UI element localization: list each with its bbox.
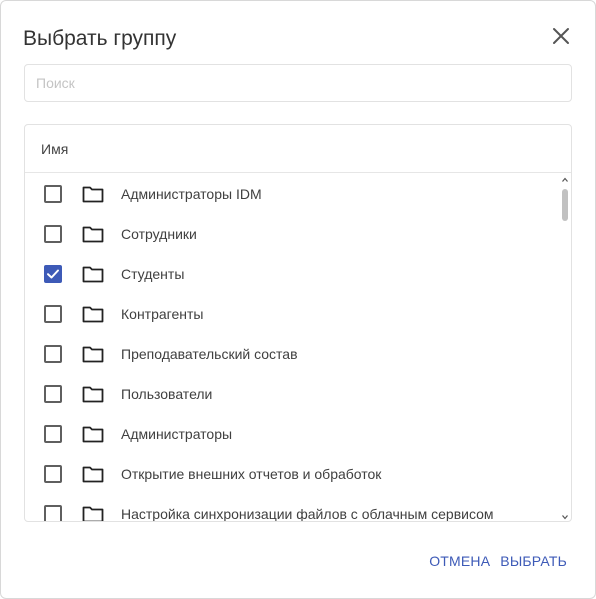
folder-icon	[82, 465, 104, 483]
list-item-label: Контрагенты	[121, 306, 204, 322]
row-checkbox[interactable]	[44, 505, 62, 521]
row-checkbox[interactable]	[44, 345, 62, 363]
group-list: Администраторы IDM Сотрудники Студенты К…	[25, 174, 561, 522]
select-group-dialog: Выбрать группу Имя Администраторы IDM	[0, 0, 596, 599]
folder-icon	[82, 225, 104, 243]
list-item[interactable]: Администраторы	[25, 414, 561, 454]
scroll-up-icon[interactable]	[561, 176, 569, 184]
list-item-label: Открытие внешних отчетов и обработок	[121, 466, 382, 482]
list-item-label: Студенты	[121, 266, 185, 282]
folder-icon	[82, 385, 104, 403]
list-item-label: Пользователи	[121, 386, 213, 402]
folder-icon	[82, 305, 104, 323]
vertical-scrollbar[interactable]	[559, 174, 571, 521]
search-input[interactable]	[24, 64, 572, 102]
row-checkbox[interactable]	[44, 225, 62, 243]
list-item-label: Преподавательский состав	[121, 346, 298, 362]
close-icon	[550, 25, 572, 47]
select-button[interactable]: ВЫБРАТЬ	[500, 553, 567, 569]
list-item-label: Сотрудники	[121, 226, 197, 242]
list-item[interactable]: Пользователи	[25, 374, 561, 414]
list-item-label: Администраторы	[121, 426, 233, 442]
list-item[interactable]: Студенты	[25, 254, 561, 294]
list-item[interactable]: Преподавательский состав	[25, 334, 561, 374]
folder-icon	[82, 265, 104, 283]
folder-icon	[82, 345, 104, 363]
row-checkbox[interactable]	[44, 425, 62, 443]
group-table: Имя Администраторы IDM Сотрудники Студен…	[24, 124, 572, 522]
dialog-title: Выбрать группу	[23, 27, 177, 50]
cancel-button[interactable]: ОТМЕНА	[429, 553, 490, 569]
dialog-actions: ОТМЕНА ВЫБРАТЬ	[429, 553, 567, 569]
scrollbar-thumb[interactable]	[562, 189, 568, 221]
row-checkbox[interactable]	[44, 185, 62, 203]
folder-icon	[82, 185, 104, 203]
scroll-down-icon[interactable]	[561, 513, 569, 521]
list-item[interactable]: Открытие внешних отчетов и обработок	[25, 454, 561, 494]
list-item-label: Настройка синхронизации файлов с облачны…	[121, 506, 494, 522]
close-button[interactable]	[550, 25, 572, 47]
list-item[interactable]: Сотрудники	[25, 214, 561, 254]
row-checkbox[interactable]	[44, 385, 62, 403]
list-item[interactable]: Контрагенты	[25, 294, 561, 334]
row-checkbox-checked[interactable]	[44, 265, 62, 283]
list-item-label: Администраторы IDM	[121, 186, 262, 202]
row-checkbox[interactable]	[44, 305, 62, 323]
checkmark-icon	[47, 269, 59, 279]
folder-icon	[82, 505, 104, 521]
column-header-name: Имя	[25, 125, 571, 173]
list-item[interactable]: Настройка синхронизации файлов с облачны…	[25, 494, 561, 522]
folder-icon	[82, 425, 104, 443]
row-checkbox[interactable]	[44, 465, 62, 483]
list-item[interactable]: Администраторы IDM	[25, 174, 561, 214]
